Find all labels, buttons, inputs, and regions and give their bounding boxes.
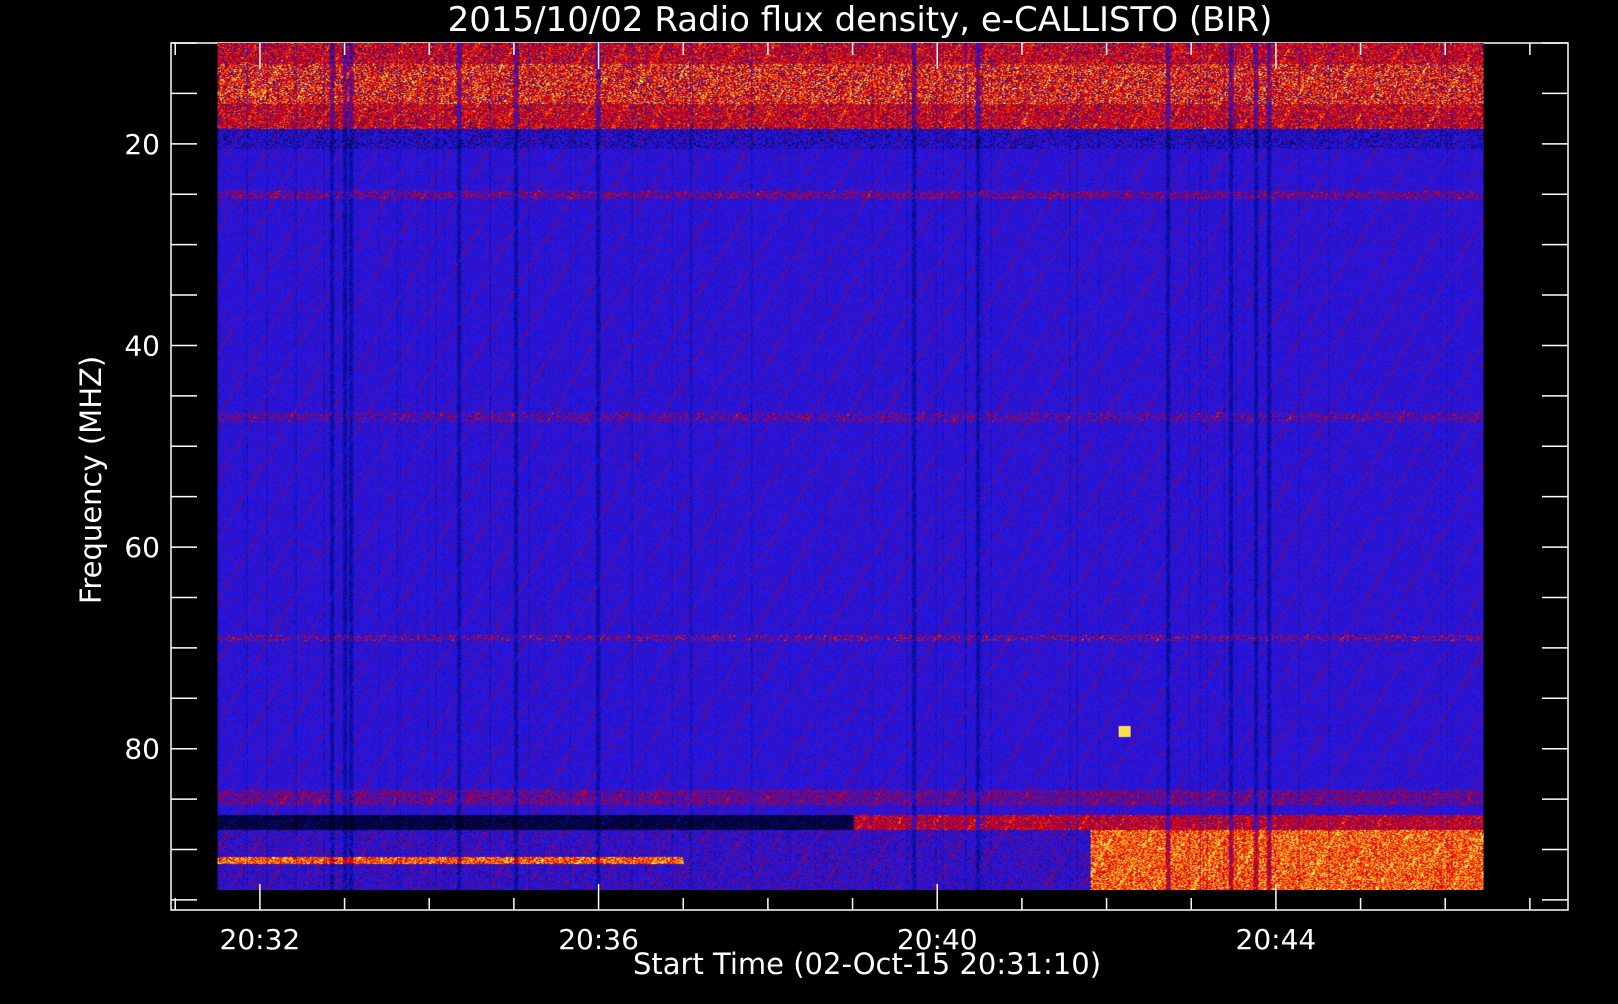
x-tick-label: 20:36	[558, 923, 639, 956]
y-tick-label: 60	[124, 531, 160, 564]
y-axis-label: Frequency (MHZ)	[74, 356, 108, 604]
y-tick-label: 20	[124, 128, 160, 161]
x-tick-label: 20:44	[1236, 923, 1317, 956]
x-axis-label: Start Time (02-Oct-15 20:31:10)	[633, 947, 1101, 981]
spectrogram-chart: 2015/10/02 Radio flux density, e-CALLIST…	[0, 0, 1618, 1000]
x-tick-label: 20:32	[220, 923, 301, 956]
y-tick-label: 40	[124, 329, 160, 362]
spectrogram-image	[217, 43, 1484, 890]
chart-svg: 2015/10/02 Radio flux density, e-CALLIST…	[74, 0, 1569, 981]
chart-title: 2015/10/02 Radio flux density, e-CALLIST…	[448, 0, 1273, 40]
plot-area: 20:32 20:36 20:40 20:44 20406080	[124, 42, 1569, 956]
y-tick-label: 80	[124, 733, 160, 766]
